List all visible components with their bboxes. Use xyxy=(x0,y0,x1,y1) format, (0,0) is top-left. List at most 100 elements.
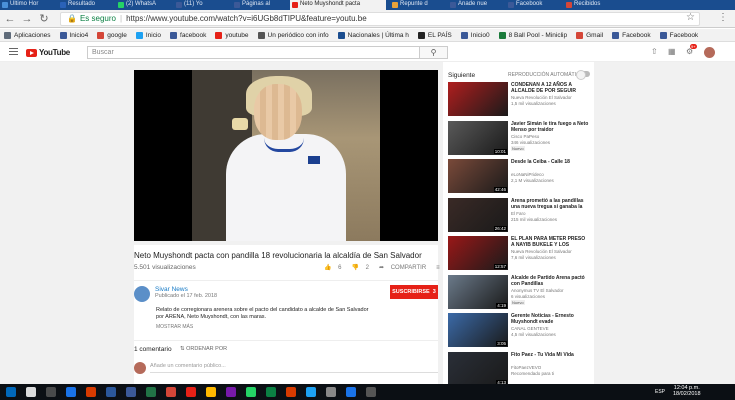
browser-tab[interactable]: Repunte d xyxy=(390,0,444,10)
browser-tab[interactable]: Resultado xyxy=(58,0,112,10)
add-to-playlist-icon[interactable]: ≡ xyxy=(436,265,440,271)
settings-icon[interactable] xyxy=(326,387,336,397)
onenote-icon[interactable] xyxy=(226,387,236,397)
recommendation-item[interactable]: 10:01 Javier Simán le tira fuego a Neto M… xyxy=(448,120,589,155)
browser-tab[interactable]: Neto Muyshondt pacta xyxy=(290,0,386,10)
recommendation-item[interactable]: 4:19 Alcalde de Partido Arena pactó con P… xyxy=(448,274,589,309)
browser-tab[interactable]: Último Hor xyxy=(0,0,54,10)
recommendation-title[interactable]: Arena prometió a las pandillas una nueva… xyxy=(511,198,589,210)
browser-tab[interactable]: Páginas al xyxy=(232,0,286,10)
share-button[interactable]: ➦ COMPARTIR xyxy=(379,264,431,271)
bookmark-item[interactable]: EL PAÍS xyxy=(417,31,452,39)
menu-icon[interactable]: ⋮ xyxy=(718,12,728,23)
recommendation-thumbnail[interactable] xyxy=(448,82,508,116)
comment-input[interactable]: Añade un comentario público... xyxy=(150,363,438,373)
recommendation-item[interactable]: 4:13 Fito Paez - Tu Vida Mi Vida FitoPaezV… xyxy=(448,351,589,386)
powerpoint-icon[interactable] xyxy=(286,387,296,397)
file-explorer-icon[interactable] xyxy=(86,387,96,397)
recommendation-item[interactable]: CONDENAN A 12 AÑOS A ALCALDE DE POR SEGU… xyxy=(448,82,588,116)
recommendation-title[interactable]: Javier Simán le tira fuego a Neto Menso … xyxy=(511,121,589,133)
comment-count: 1 comentario xyxy=(134,346,172,353)
recommendation-thumbnail[interactable]: 26:42 xyxy=(448,197,508,232)
bookmark-item[interactable]: facebook xyxy=(170,31,206,39)
hamburger-menu-icon[interactable] xyxy=(9,48,18,57)
system-clock[interactable]: 12:04 p.m. 18/02/2018 xyxy=(673,385,701,397)
language-indicator[interactable]: ESP xyxy=(655,389,665,395)
bookmark-item[interactable]: Inicio xyxy=(135,31,161,39)
recommendation-thumbnail[interactable]: 4:19 xyxy=(448,274,508,309)
twitter-icon[interactable] xyxy=(306,387,316,397)
bookmark-item[interactable]: Un periódico con info xyxy=(257,31,329,39)
browser-tab[interactable]: (2) WhatsA xyxy=(116,0,170,10)
channel-avatar[interactable] xyxy=(134,286,150,302)
tab-favicon-icon xyxy=(118,2,124,8)
recommendation-title[interactable]: Desde la Ceiba - Calle 18 xyxy=(511,159,589,165)
bookmark-item[interactable]: Nacionales | Última h xyxy=(337,31,409,39)
video-player[interactable] xyxy=(134,70,438,241)
address-bar[interactable]: 🔒 Es seguro | https://www.youtube.com/watch… xyxy=(60,12,700,26)
recommendation-title[interactable]: Gerente Noticias - Ernesto Muyshondt eva… xyxy=(511,313,589,325)
browser-tab[interactable]: Anade nue xyxy=(448,0,502,10)
excel-icon[interactable] xyxy=(146,387,156,397)
bookmark-item[interactable]: Inicio0 xyxy=(460,31,490,39)
windows-start-icon[interactable] xyxy=(6,387,16,397)
bookmark-label: Un periódico con info xyxy=(267,31,329,39)
reload-icon[interactable]: ↻ xyxy=(37,12,51,26)
mail-icon[interactable] xyxy=(166,387,176,397)
bookmark-item[interactable]: Aplicaciones xyxy=(4,31,51,39)
facebook-icon[interactable] xyxy=(126,387,136,397)
upload-icon[interactable]: ⇧ xyxy=(651,47,658,56)
account-avatar[interactable] xyxy=(704,47,715,58)
bookmark-item[interactable]: Facebook xyxy=(612,31,651,39)
recommendation-thumbnail[interactable]: 42:46 xyxy=(448,159,508,193)
search-icon[interactable] xyxy=(26,387,36,397)
youtube-logo[interactable]: YouTube xyxy=(26,48,70,57)
bookmark-item[interactable]: Gmail xyxy=(576,31,603,39)
browser-tab[interactable]: Recibidos xyxy=(564,0,618,10)
bookmark-favicon-icon xyxy=(498,31,506,39)
folder-icon[interactable] xyxy=(206,387,216,397)
recommendation-thumbnail[interactable]: 3:05 xyxy=(448,313,508,347)
chrome-icon[interactable] xyxy=(346,387,356,397)
spotify-icon[interactable] xyxy=(266,387,276,397)
recommendation-title[interactable]: EL PLAN PARA METER PRESO A NAYIB BUKELE … xyxy=(511,236,589,248)
recommendation-title[interactable]: Fito Paez - Tu Vida Mi Vida xyxy=(511,352,589,358)
task-view-icon[interactable] xyxy=(46,387,56,397)
recommendation-title[interactable]: CONDENAN A 12 AÑOS A ALCALDE DE POR SEGU… xyxy=(511,82,589,94)
like-button[interactable]: 👍 6 xyxy=(324,264,347,271)
subscribe-button[interactable]: SUSCRIBIRSE 3 xyxy=(390,285,438,299)
show-more-link[interactable]: MOSTRAR MÁS xyxy=(156,324,193,330)
recommendation-title[interactable]: Alcalde de Partido Arena pactó con Pandi… xyxy=(511,275,589,287)
recommendation-thumbnail[interactable]: 4:13 xyxy=(448,351,508,386)
autoplay-toggle[interactable] xyxy=(576,70,590,80)
bookmark-star-icon[interactable]: ☆ xyxy=(686,12,695,23)
recommendation-item[interactable]: 42:46 Desde la Ceiba - Calle 18 eLoNaNiPri… xyxy=(448,159,588,193)
recommendation-thumbnail[interactable]: 12:57 xyxy=(448,236,508,270)
bookmark-item[interactable]: youtube xyxy=(215,31,249,39)
edge-icon[interactable] xyxy=(66,387,76,397)
bookmark-item[interactable]: google xyxy=(97,31,127,39)
sort-comments-button[interactable]: ⇅ ORDENAR POR xyxy=(180,346,227,352)
forward-icon[interactable]: → xyxy=(20,12,34,26)
bookmark-item[interactable]: Facebook xyxy=(659,31,698,39)
search-input[interactable]: Buscar xyxy=(87,46,420,59)
search-button[interactable]: ⚲ xyxy=(420,46,448,59)
recommendation-item[interactable]: 26:42 Arena prometió a las pandillas una … xyxy=(448,197,589,232)
recommendation-item[interactable]: 3:05 Gerente Noticias - Ernesto Muyshondt… xyxy=(448,313,588,347)
dislike-button[interactable]: 👎 2 xyxy=(352,264,375,271)
back-icon[interactable]: ← xyxy=(3,12,17,26)
apps-grid-icon[interactable]: ▦ xyxy=(668,47,676,56)
bookmark-item[interactable]: Inicio4 xyxy=(59,31,88,39)
tab-favicon-icon xyxy=(2,2,8,8)
recommendation-thumbnail[interactable]: 10:01 xyxy=(448,120,508,155)
bookmark-item[interactable]: 8 Ball Pool - Miniclip xyxy=(498,31,567,39)
bookmark-favicon-icon xyxy=(170,31,178,39)
word-icon[interactable] xyxy=(106,387,116,397)
recommendation-item[interactable]: 12:57 EL PLAN PARA METER PRESO A NAYIB BU… xyxy=(448,236,588,270)
browser-tab[interactable]: Facebook xyxy=(506,0,560,10)
app-icon[interactable] xyxy=(366,387,376,397)
whatsapp-icon[interactable] xyxy=(246,387,256,397)
browser-tab[interactable]: (11) Yo xyxy=(174,0,228,10)
youtube-icon[interactable] xyxy=(186,387,196,397)
channel-name[interactable]: Sivar News xyxy=(155,286,188,293)
